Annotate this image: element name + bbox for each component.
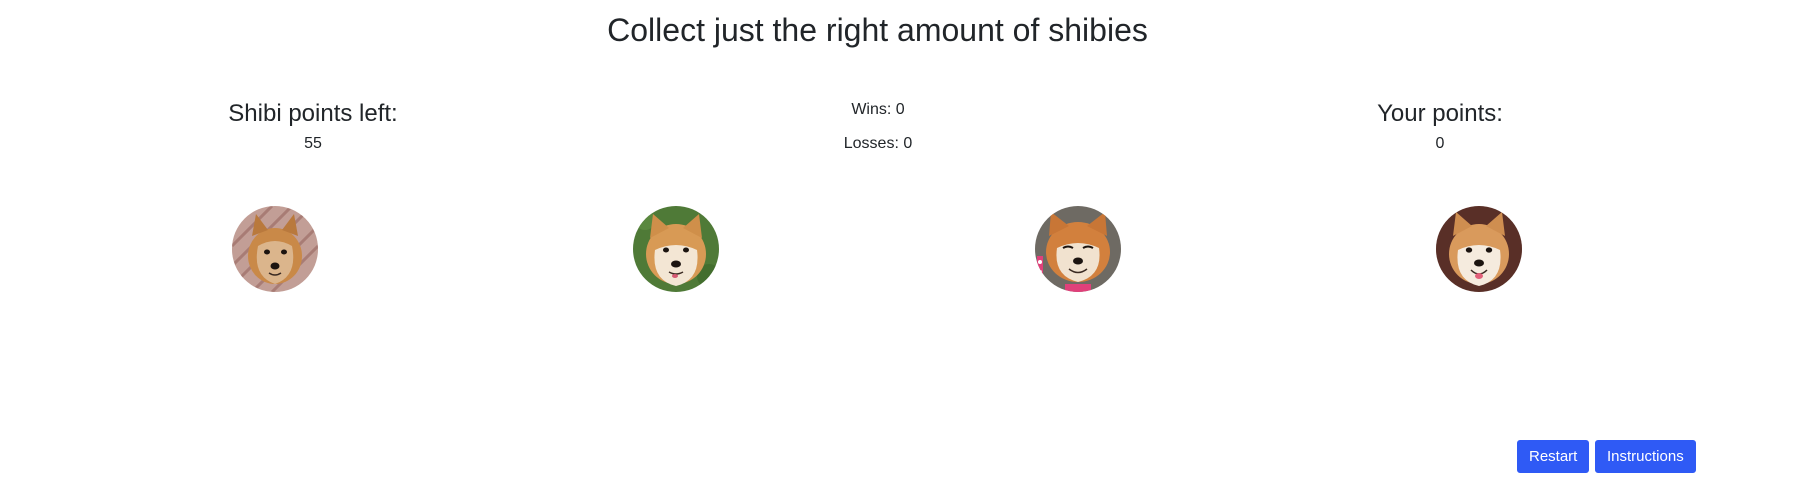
target-points-value: 55 <box>304 135 322 152</box>
shiba-inu-photo-icon <box>1436 206 1522 292</box>
player-points-panel: Your points: 0 <box>1290 100 1590 154</box>
shiba-dog-image-3[interactable] <box>1035 206 1121 292</box>
shiba-dog-image-2[interactable] <box>633 206 719 292</box>
shiba-inu-photo-icon <box>232 206 318 292</box>
scoreboard: Wins: 0 Losses: 0 <box>778 100 978 168</box>
shiba-dog-image-1[interactable] <box>232 206 318 292</box>
shiba-dog-image-4[interactable] <box>1436 206 1522 292</box>
player-points-heading: Your points: <box>1377 100 1503 127</box>
shiba-inu-photo-icon <box>1035 206 1121 292</box>
losses-counter: Losses: 0 <box>843 135 913 152</box>
instructions-button[interactable]: Instructions <box>1595 440 1696 473</box>
target-points-panel: Shibi points left: 55 <box>163 100 463 154</box>
wins-counter: Wins: 0 <box>851 101 905 118</box>
target-points-heading: Shibi points left: <box>228 100 398 127</box>
restart-button[interactable]: Restart <box>1517 440 1590 473</box>
game-title: Collect just the right amount of shibies <box>607 12 1148 48</box>
player-points-value: 0 <box>1435 135 1445 152</box>
shiba-inu-photo-icon <box>633 206 719 292</box>
